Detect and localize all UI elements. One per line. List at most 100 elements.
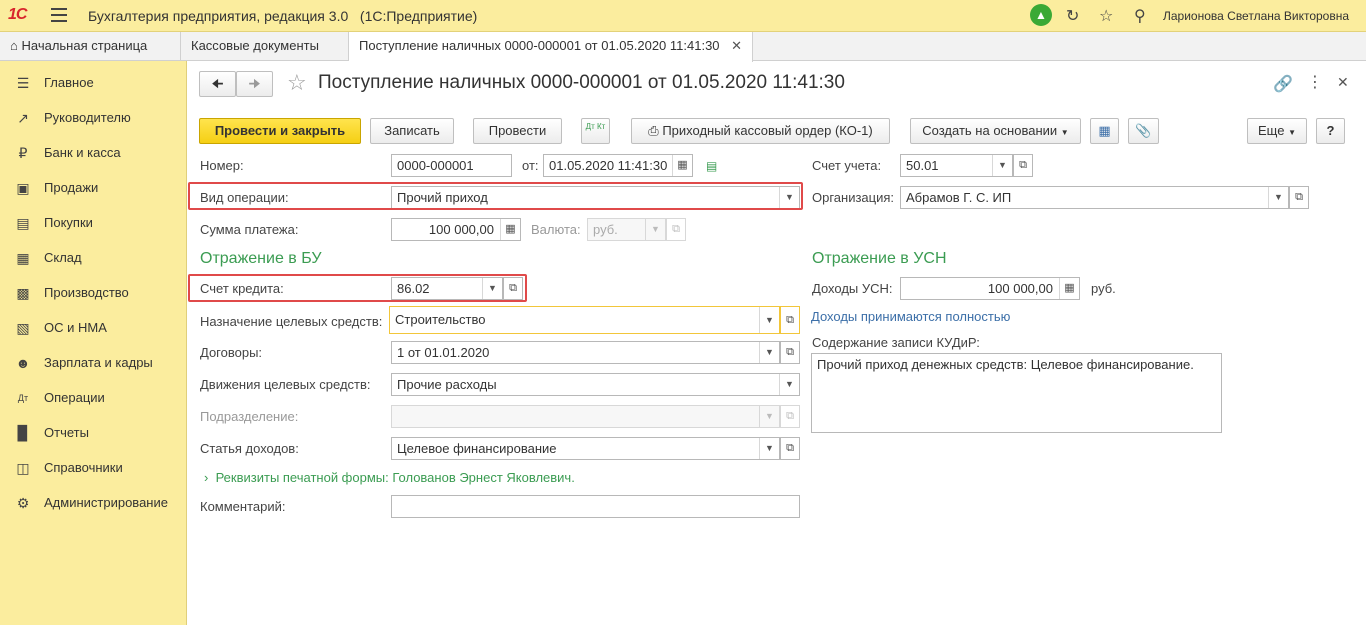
comment-input[interactable] [391,495,800,518]
sidebar-item-admin[interactable]: ⚙ Администрирование [0,493,187,528]
structure-icon[interactable]: ▦ [1090,118,1119,144]
bar-chart-icon: ▉ [17,425,29,441]
close-icon[interactable]: ✕ [1337,74,1349,91]
sidebar-item-bank[interactable]: ₽ Банк и касса [0,143,187,178]
contracts-select[interactable]: 1 от 01.01.2020 ▼ [391,341,780,364]
kudir-textarea[interactable]: Прочий приход денежных средств: Целевое … [811,353,1222,433]
save-button[interactable]: Записать [370,118,454,144]
amount-label: Сумма платежа: [200,222,299,237]
account-input[interactable]: 50.01 ▼ [900,154,1013,177]
search-icon[interactable]: ⚲ [1134,6,1146,26]
truck-icon: ▧ [16,320,30,336]
date-input[interactable]: 01.05.2020 11:41:30 ▦ [543,154,693,177]
post-and-close-button[interactable]: Провести и закрыть [199,118,361,144]
calculator-icon[interactable]: ▦ [1059,278,1079,299]
open-icon[interactable]: ⧉ [1013,154,1033,177]
help-button[interactable]: ? [1316,118,1345,144]
usn-income-value: 100 000,00 [987,281,1053,296]
sidebar-item-label: Операции [44,390,105,405]
create-based-label: Создать на основании [922,123,1058,138]
sidebar-item-label: Покупки [44,215,93,230]
chevron-down-icon[interactable]: ▼ [759,342,779,363]
purpose-select[interactable]: Строительство ▼ [389,306,780,334]
division-label: Подразделение: [200,409,299,424]
more-button[interactable]: Еще ▼ [1247,118,1307,144]
trend-icon: ↗ [17,110,29,126]
income-accepted-link[interactable]: Доходы принимаются полностью [811,309,1010,324]
user-name[interactable]: Ларионова Светлана Викторовна [1163,9,1349,23]
attachment-icon[interactable]: 📎 [1128,118,1159,144]
contracts-label: Договоры: [200,345,263,360]
open-icon[interactable]: ⧉ [780,306,800,334]
division-select: ▼ [391,405,780,428]
usn-currency: руб. [1091,281,1116,296]
sidebar-item-reports[interactable]: ▉ Отчеты [0,423,187,458]
post-button[interactable]: Провести [473,118,562,144]
dtkt-icon: Дт [17,393,29,403]
income-item-select[interactable]: Целевое финансирование ▼ [391,437,780,460]
back-button[interactable]: 🠈 [199,71,236,97]
sidebar-item-assets[interactable]: ▧ ОС и НМА [0,318,187,353]
chevron-down-icon[interactable]: ▼ [779,374,799,395]
chevron-down-icon[interactable]: ▼ [1268,187,1288,208]
tab-cash-documents[interactable]: Кассовые документы [181,32,349,61]
sidebar-item-warehouse[interactable]: ▦ Склад [0,248,187,283]
link-icon[interactable]: 🔗 [1273,74,1293,94]
print-order-button[interactable]: ⎙ Приходный кассовый ордер (КО-1) [631,118,890,144]
chevron-down-icon[interactable]: ▼ [759,307,779,333]
create-based-on-button[interactable]: Создать на основании ▼ [910,118,1081,144]
movement-select[interactable]: Прочие расходы ▼ [391,373,800,396]
calendar-icon[interactable]: ▦ [672,155,692,176]
calculator-icon[interactable]: ▦ [500,219,520,240]
chevron-down-icon[interactable]: ▼ [759,438,779,459]
open-icon[interactable]: ⧉ [1289,186,1309,209]
sidebar-item-label: Отчеты [44,425,89,440]
sidebar-item-label: Продажи [44,180,99,195]
page-title: Поступление наличных 0000-000001 от 01.0… [318,72,845,93]
forward-button[interactable]: 🠊 [236,71,273,97]
sidebar-item-main[interactable]: ☰ Главное [0,73,187,108]
number-input[interactable]: 0000-000001 [391,154,512,177]
close-tab-icon[interactable]: ✕ [731,38,742,53]
chevron-down-icon: ▼ [1288,128,1296,137]
sidebar-item-manager[interactable]: ↗ Руководителю [0,108,187,143]
app-title-text: Бухгалтерия предприятия, редакция 3.0 [88,8,349,24]
more-label: Еще [1258,123,1285,138]
chevron-down-icon[interactable]: ▼ [992,155,1012,176]
ruble-icon: ₽ [18,145,28,161]
sidebar-item-operations[interactable]: Дт Операции [0,388,187,423]
more-vertical-icon[interactable]: ⋮ [1307,72,1323,92]
usn-income-input[interactable]: 100 000,00 ▦ [900,277,1080,300]
grid-icon: ▦ [16,250,30,266]
sidebar-item-production[interactable]: ▩ Производство [0,283,187,318]
notifications-icon[interactable]: ▲ [1030,4,1052,26]
movement-value: Прочие расходы [397,377,497,392]
history-icon[interactable]: ↻ [1066,6,1079,26]
print-details-text: Реквизиты печатной формы: Голованов Эрне… [215,470,575,485]
favorite-star-icon[interactable]: ☆ [287,70,307,96]
currency-select: руб. ▼ [587,218,666,241]
chevron-down-icon: ▼ [645,219,665,240]
sidebar-item-catalogs[interactable]: ◫ Справочники [0,458,187,493]
open-icon[interactable]: ⧉ [780,341,800,364]
favorites-icon[interactable]: ☆ [1099,6,1113,26]
open-icon[interactable]: ⧉ [780,437,800,460]
factory-icon: ▩ [16,285,30,301]
sidebar-item-payroll[interactable]: ☻ Зарплата и кадры [0,353,187,388]
sidebar-item-label: Производство [44,285,129,300]
print-details-link[interactable]: › Реквизиты печатной формы: Голованов Эр… [204,470,575,485]
sidebar-item-sales[interactable]: ▣ Продажи [0,178,187,213]
highlight-operation [188,182,803,210]
amount-input[interactable]: 100 000,00 ▦ [391,218,521,241]
sidebar-item-purchases[interactable]: ▤ Покупки [0,213,187,248]
main-menu-icon[interactable] [51,8,67,22]
chevron-down-icon: ▼ [759,406,779,427]
organization-select[interactable]: Абрамов Г. С. ИП ▼ [900,186,1289,209]
tab-home[interactable]: ⌂ Начальная страница [0,32,181,61]
chevron-down-icon: ▼ [1060,128,1069,137]
tab-cash-receipt[interactable]: Поступление наличных 0000-000001 от 01.0… [349,32,753,62]
dtkt-button[interactable]: Дт Кт [581,118,610,144]
entries-icon[interactable]: ▤ [706,159,717,173]
tab-cash-receipt-label: Поступление наличных 0000-000001 от 01.0… [359,38,720,53]
organization-value: Абрамов Г. С. ИП [906,190,1012,205]
